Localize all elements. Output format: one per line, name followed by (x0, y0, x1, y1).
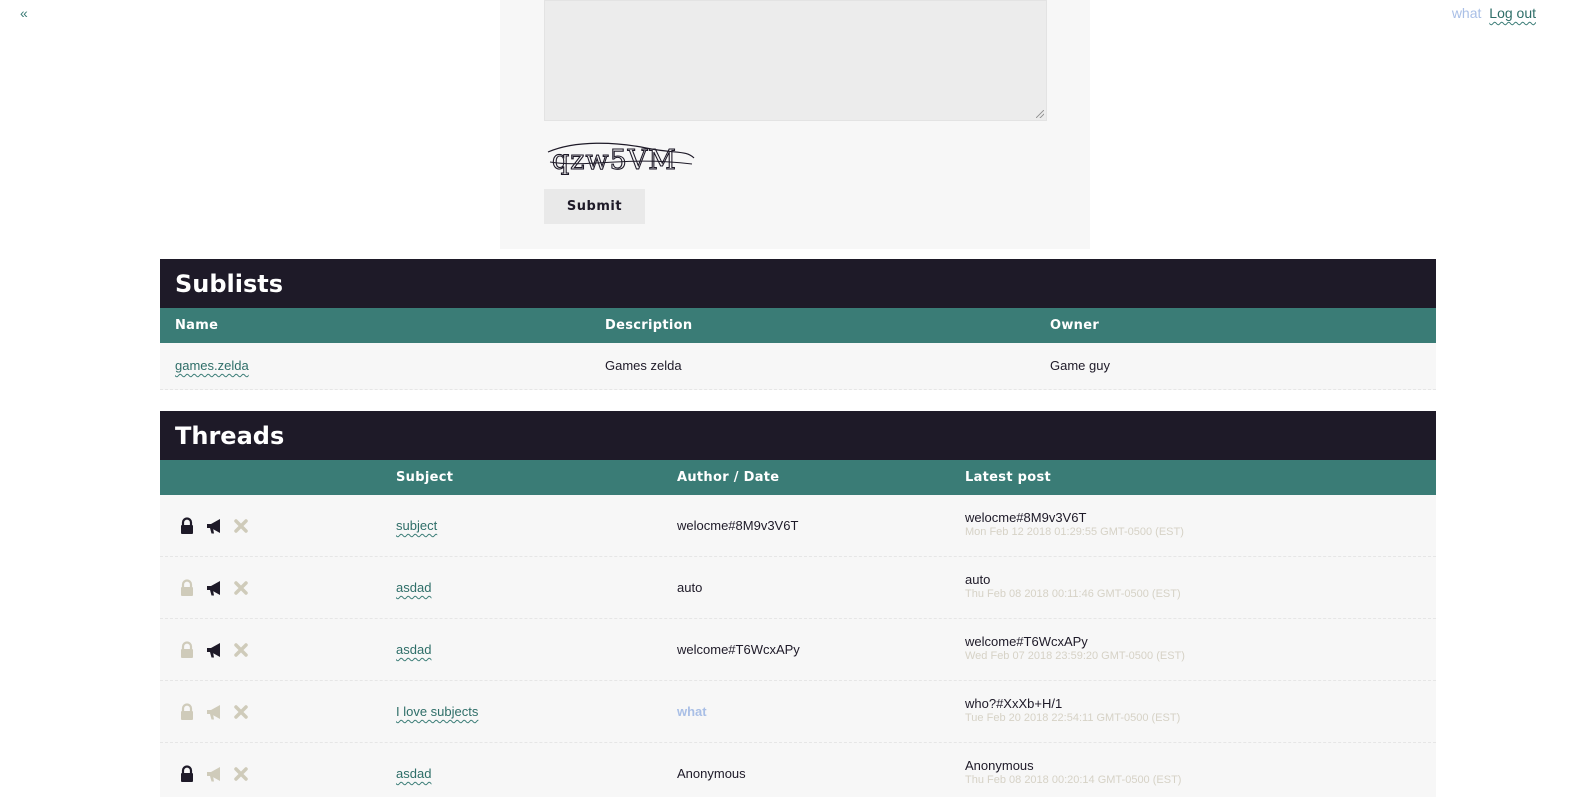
latest-post-author: welcome#T6WcxAPy (965, 634, 1088, 649)
latest-post: welcome#T6WcxAPy Wed Feb 07 2018 23:59:2… (965, 634, 1185, 662)
delete-icon[interactable] (232, 517, 250, 535)
sublist-description: Games zelda (605, 358, 682, 373)
threads-section: Threads Subject Author / Date Latest pos… (160, 411, 1436, 797)
new-thread-form: qzw5VM Submit (500, 0, 1090, 249)
lock-icon[interactable] (178, 579, 196, 597)
thread-subject-link[interactable]: asdad (396, 580, 431, 595)
thread-author-link[interactable]: what (677, 704, 707, 719)
delete-icon[interactable] (232, 579, 250, 597)
column-latest-post: Latest post (965, 470, 1052, 485)
delete-icon[interactable] (232, 703, 250, 721)
thread-subject-link[interactable]: I love subjects (396, 704, 478, 719)
latest-post: Anonymous Thu Feb 08 2018 00:20:14 GMT-0… (965, 758, 1181, 786)
thread-author: Anonymous (677, 766, 746, 781)
thread-subject-link[interactable]: subject (396, 518, 437, 533)
lock-icon[interactable] (178, 517, 196, 535)
lock-icon[interactable] (178, 703, 196, 721)
latest-post-date: Tue Feb 20 2018 22:54:11 GMT-0500 (EST) (965, 712, 1181, 724)
column-description: Description (605, 318, 693, 333)
table-row: games.zelda Games zelda Game guy (160, 343, 1436, 390)
threads-title: Threads (160, 411, 1436, 460)
threads-header-row: Subject Author / Date Latest post (160, 460, 1436, 495)
latest-post-author: who?#XxXb+H/1 (965, 696, 1063, 711)
sublists-header-row: Name Description Owner (160, 308, 1436, 343)
column-name: Name (175, 318, 219, 333)
latest-post: who?#XxXb+H/1 Tue Feb 20 2018 22:54:11 G… (965, 696, 1180, 724)
sublist-name-link[interactable]: games.zelda (175, 358, 249, 373)
thread-author: welocme#8M9v3V6T (677, 518, 799, 533)
resize-grip-icon[interactable] (1036, 110, 1044, 118)
column-author-date: Author / Date (677, 470, 780, 485)
submit-button[interactable]: Submit (544, 189, 645, 224)
megaphone-icon[interactable] (205, 579, 223, 597)
table-row: asdad auto auto Thu Feb 08 2018 00:11:46… (160, 557, 1436, 619)
table-row: subject welocme#8M9v3V6T welocme#8M9v3V6… (160, 495, 1436, 557)
table-row: asdad welcome#T6WcxAPy welcome#T6WcxAPy … (160, 619, 1436, 681)
latest-post-author: welocme#8M9v3V6T (965, 510, 1087, 525)
captcha-text: qzw5VM (552, 145, 677, 176)
latest-post-date: Thu Feb 08 2018 00:20:14 GMT-0500 (EST) (965, 774, 1182, 786)
lock-icon[interactable] (178, 765, 196, 783)
column-owner: Owner (1050, 318, 1100, 333)
column-subject: Subject (396, 470, 454, 485)
thread-subject-link[interactable]: asdad (396, 642, 431, 657)
logout-link[interactable]: Log out (1489, 5, 1536, 21)
message-textarea[interactable] (544, 0, 1047, 121)
sublists-section: Sublists Name Description Owner games.ze… (160, 259, 1436, 390)
latest-post-date: Wed Feb 07 2018 23:59:20 GMT-0500 (EST) (965, 650, 1185, 662)
thread-author: auto (677, 580, 703, 595)
latest-post: auto Thu Feb 08 2018 00:11:46 GMT-0500 (… (965, 572, 1181, 600)
table-row: I love subjects what who?#XxXb+H/1 Tue F… (160, 681, 1436, 743)
latest-post: welocme#8M9v3V6T Mon Feb 12 2018 01:29:5… (965, 510, 1184, 538)
latest-post-date: Thu Feb 08 2018 00:11:46 GMT-0500 (EST) (965, 588, 1181, 600)
megaphone-icon[interactable] (205, 703, 223, 721)
lock-icon[interactable] (178, 641, 196, 659)
sublist-owner: Game guy (1050, 358, 1110, 373)
table-row: asdad Anonymous Anonymous Thu Feb 08 201… (160, 743, 1436, 797)
megaphone-icon[interactable] (205, 641, 223, 659)
thread-subject-link[interactable]: asdad (396, 766, 431, 781)
captcha-image: qzw5VM (547, 142, 695, 177)
username[interactable]: what (1452, 5, 1482, 21)
latest-post-author: Anonymous (965, 758, 1034, 773)
sublists-title: Sublists (160, 259, 1436, 308)
user-bar: what Log out (1452, 5, 1536, 21)
thread-author: welcome#T6WcxAPy (677, 642, 800, 657)
latest-post-date: Mon Feb 12 2018 01:29:55 GMT-0500 (EST) (965, 526, 1184, 538)
latest-post-author: auto (965, 572, 991, 587)
back-link[interactable]: « (20, 5, 28, 21)
megaphone-icon[interactable] (205, 517, 223, 535)
delete-icon[interactable] (232, 765, 250, 783)
megaphone-icon[interactable] (205, 765, 223, 783)
delete-icon[interactable] (232, 641, 250, 659)
